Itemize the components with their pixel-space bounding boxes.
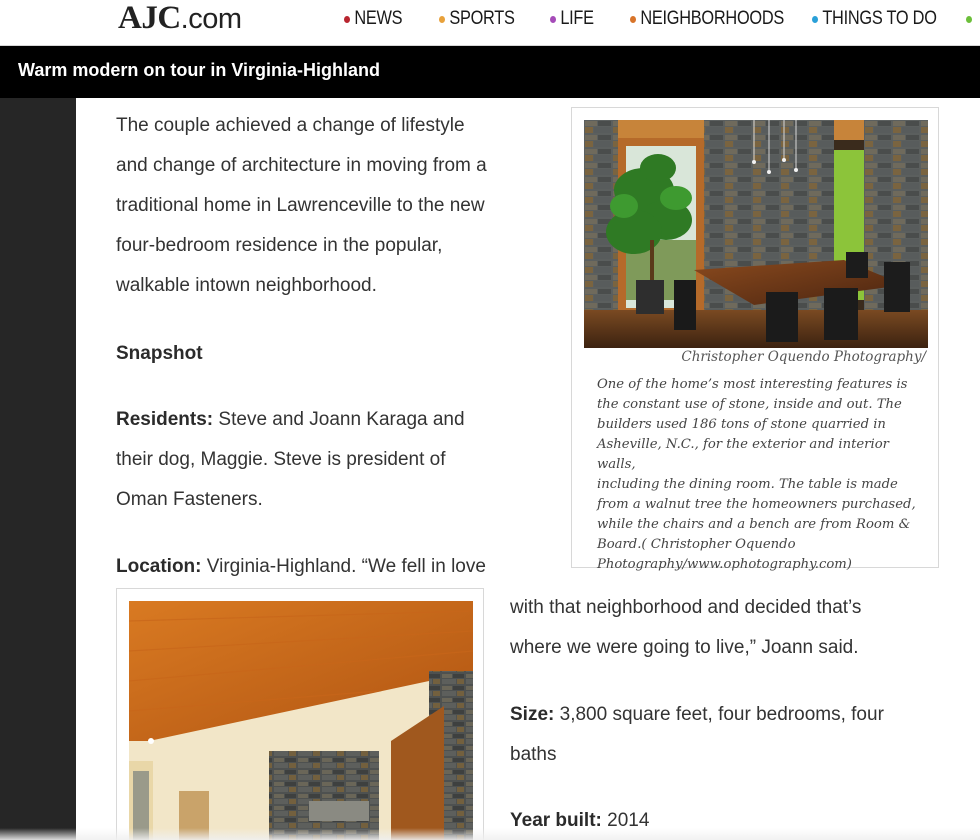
caption-line: builders used 186 tons of stone quarried… [597, 417, 886, 432]
caption-line: including the dining room. The table is … [597, 477, 898, 492]
residents-label: Residents: [116, 409, 214, 430]
nav-bullet-icon [812, 15, 819, 23]
nav-bullet-icon [966, 15, 973, 23]
snapshot-heading-text: Snapshot [116, 343, 203, 364]
nav-bullet-icon [630, 15, 637, 23]
location-paragraph-start: Location: Virginia-Highland. “We fell in… [116, 547, 486, 587]
photo-caption: One of the home’s most interesting featu… [597, 375, 927, 575]
intro-line: walkable intown neighborhood. [116, 275, 377, 296]
nav-item-neighborhoods[interactable]: NEIGHBORHOODS [630, 6, 784, 32]
nav-label: NEIGHBORHOODS [640, 8, 785, 29]
nav-item-life[interactable]: LIFE [550, 6, 594, 32]
entry-photo[interactable] [129, 601, 473, 840]
nav-item-sports[interactable]: SPORTS [439, 6, 515, 32]
intro-line: and change of architecture in moving fro… [116, 155, 487, 176]
article-title-bar: Warm modern on tour in Virginia-Highland [0, 46, 980, 98]
nav-item-more[interactable] [966, 6, 976, 32]
location-text: with that neighborhood and decided that’… [510, 597, 862, 618]
photo-credit: Christopher Oquendo Photography/ [681, 349, 926, 365]
caption-line: while the chairs and a bench are from Ro… [597, 517, 911, 532]
nav-label: NEWS [354, 8, 403, 29]
size-label: Size: [510, 704, 555, 725]
article-title: Warm modern on tour in Virginia-Highland [18, 60, 381, 80]
dining-room-photo[interactable] [584, 120, 928, 348]
logo-text-domain: .com [180, 3, 242, 35]
residents-text: Steve and Joann Karaga and [213, 409, 465, 430]
size-text: 3,800 square feet, four bedrooms, four [554, 704, 884, 725]
caption-line: One of the home’s most interesting featu… [597, 377, 908, 392]
nav-label: LIFE [560, 8, 594, 29]
photo-figure-entry [116, 588, 484, 840]
intro-line: The couple achieved a change of lifestyl… [116, 115, 465, 136]
size-text: baths [510, 744, 557, 765]
intro-paragraph: The couple achieved a change of lifestyl… [116, 106, 487, 306]
location-label: Location: [116, 556, 202, 577]
nav-item-things-to-do[interactable]: THINGS TO DO [812, 6, 937, 32]
caption-line: Board.( Christopher Oquendo [597, 537, 796, 552]
logo-text-bold: AJC [118, 0, 181, 36]
dining-room-image [584, 120, 928, 348]
caption-line: the constant use of stone, inside and ou… [597, 397, 902, 412]
size-paragraph: Size: 3,800 square feet, four bedrooms, … [510, 695, 884, 775]
location-text: where we were going to live,” Joann said… [510, 637, 859, 658]
site-header: AJC.com NEWS SPORTS LIFE NEIGHBORHOODS T… [0, 0, 980, 46]
residents-text: their dog, Maggie. Steve is president of [116, 449, 446, 470]
caption-line: Photography/www.ophotography.com) [597, 557, 852, 572]
location-paragraph-cont: with that neighborhood and decided that’… [510, 588, 861, 668]
photo-figure-dining-room: Christopher Oquendo Photography/ One of … [571, 107, 939, 572]
caption-line: from a walnut tree the homeowners purcha… [597, 497, 916, 512]
left-gutter [0, 98, 76, 840]
nav-label: THINGS TO DO [822, 8, 937, 29]
caption-line: Asheville, N.C., for the exterior and in… [597, 437, 889, 472]
nav-bullet-icon [439, 15, 446, 23]
nav-bullet-icon [550, 15, 557, 23]
residents-paragraph: Residents: Steve and Joann Karaga and th… [116, 400, 465, 520]
nav-item-news[interactable]: NEWS [344, 6, 403, 32]
location-text: Virginia-Highland. “We fell in love [201, 556, 486, 577]
residents-text: Oman Fasteners. [116, 489, 263, 510]
nav-label: SPORTS [449, 8, 515, 29]
nav-bullet-icon [344, 15, 351, 23]
entry-image [129, 601, 473, 840]
ajc-logo[interactable]: AJC.com [118, 0, 242, 37]
intro-line: four-bedroom residence in the popular, [116, 235, 443, 256]
bottom-fade [0, 828, 980, 840]
intro-line: traditional home in Lawrenceville to the… [116, 195, 485, 216]
snapshot-heading: Snapshot [116, 334, 203, 374]
